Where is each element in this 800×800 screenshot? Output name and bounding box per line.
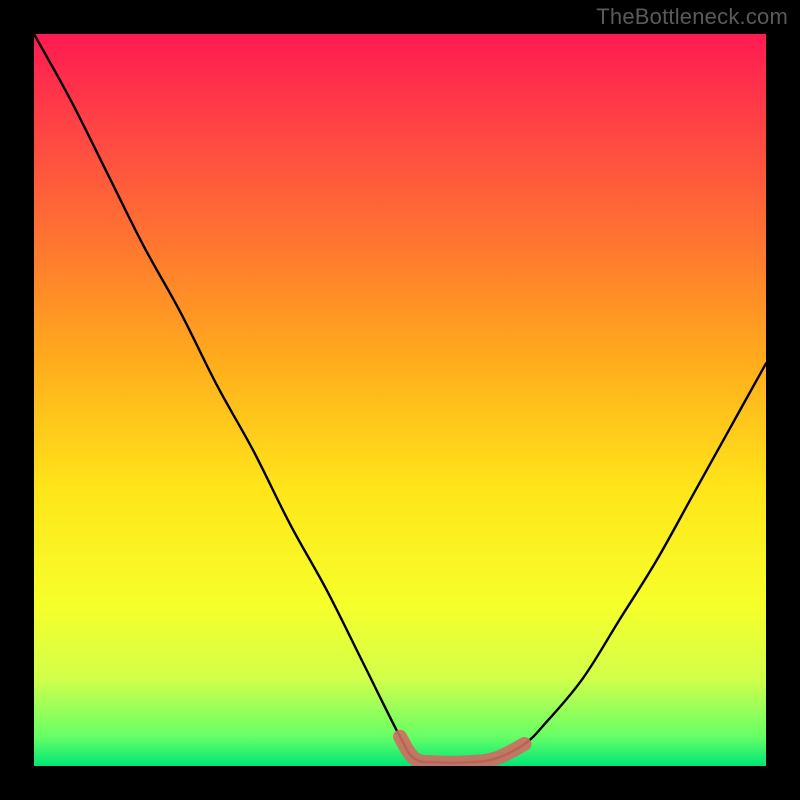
chart-frame: TheBottleneck.com [0,0,800,800]
plot-area [34,34,766,766]
main-curve [34,34,766,763]
curve-layer [34,34,766,766]
watermark-text: TheBottleneck.com [596,4,788,30]
base-highlight [400,737,524,763]
